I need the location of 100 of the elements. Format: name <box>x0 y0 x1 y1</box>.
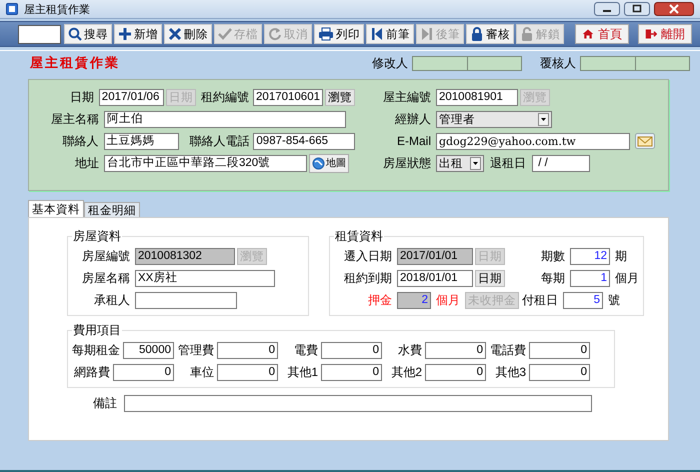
unit-label: 期 <box>615 248 627 264</box>
fee-field[interactable]: 0 <box>425 364 486 380</box>
date-button[interactable]: 日期 <box>475 270 505 286</box>
deposit-field[interactable]: 2 <box>397 292 431 308</box>
field-label: 管理費 <box>178 342 214 358</box>
undo-icon <box>268 27 282 41</box>
field-label: 房屋狀態 <box>382 154 431 172</box>
field-label: 日期 <box>68 88 94 106</box>
expiry-date-field[interactable]: 2018/01/01 <box>397 270 473 286</box>
contact-field[interactable]: 土豆媽媽 <box>104 132 180 150</box>
lease-number-field[interactable]: 2017010601 <box>253 88 323 106</box>
home-icon <box>582 27 594 41</box>
browse-button[interactable]: 瀏覽 <box>325 88 355 106</box>
field-label: 車位 <box>190 364 214 380</box>
house-number-field[interactable]: 2010081302 <box>135 248 235 264</box>
field-label: 經辦人 <box>394 110 431 128</box>
field-label: 期數 <box>540 248 565 264</box>
tab[interactable]: 租金明細 <box>84 202 140 217</box>
date-field[interactable]: 2017/01/06 <box>98 88 164 106</box>
period-length-field[interactable]: 1 <box>570 270 610 286</box>
fee-field[interactable]: 0 <box>529 364 590 380</box>
window-title: 屋主租賃作業 <box>24 2 90 16</box>
unit-label: 個月 <box>436 292 460 308</box>
owner-name-field[interactable]: 阿土伯 <box>104 110 346 128</box>
field-label: 電費 <box>294 342 318 358</box>
field-label: 屋主編號 <box>382 88 431 106</box>
group-title: 費用項目 <box>72 322 122 339</box>
field-label: 地址 <box>74 154 99 172</box>
plus-icon <box>118 27 132 41</box>
unit-label: 個月 <box>615 270 639 286</box>
app-icon <box>6 3 18 15</box>
fee-field[interactable]: 0 <box>113 364 174 380</box>
unit-label: 號 <box>608 292 620 308</box>
field-label: 其他1 <box>287 364 318 380</box>
tenant-field[interactable] <box>135 292 237 308</box>
printer-icon <box>318 27 334 41</box>
toolbar-button[interactable]: 列印 <box>314 24 364 44</box>
globe-icon <box>312 156 325 170</box>
move-in-date-field[interactable]: 2017/01/01 <box>397 248 473 264</box>
lock-icon <box>470 27 484 41</box>
note-field[interactable] <box>124 394 592 412</box>
owner-number-field[interactable]: 2010081901 <box>436 88 518 106</box>
close-button[interactable] <box>654 2 694 16</box>
field-label: 其他3 <box>495 364 526 380</box>
page-title: 屋主租賃作業 <box>30 54 120 72</box>
maximize-button[interactable] <box>624 2 650 16</box>
skip-forward-icon <box>420 27 434 41</box>
toolbar-button[interactable]: 審核 <box>466 24 514 44</box>
pay-day-field[interactable]: 5 <box>563 292 603 308</box>
search-field[interactable] <box>18 24 61 44</box>
address-field[interactable]: 台北市中正區中華路二段320號 <box>104 154 307 172</box>
nav-button[interactable]: 首頁 <box>575 24 629 44</box>
cross-icon <box>168 27 182 41</box>
field-label: 承租人 <box>93 292 130 308</box>
status-dropdown[interactable]: 出租 <box>436 154 484 172</box>
field-label: 電話費 <box>490 342 526 358</box>
nav-button[interactable]: 離開 <box>638 24 692 44</box>
group-title: 房屋資料 <box>72 228 122 245</box>
field-label: 聯絡人電話 <box>189 132 250 150</box>
unlock-icon <box>520 27 534 41</box>
field-label: 遷入日期 <box>343 248 392 264</box>
map-button[interactable]: 地圖 <box>309 154 349 172</box>
agent-dropdown[interactable]: 管理者 <box>436 110 552 128</box>
fee-field[interactable]: 0 <box>217 364 278 380</box>
modifier-field[interactable] <box>412 56 522 70</box>
field-label: 租約到期 <box>343 270 392 286</box>
field-label: 每期租金 <box>72 342 120 358</box>
field-label: 網路費 <box>74 364 110 380</box>
field-label: 押金 <box>367 292 392 308</box>
house-name-field[interactable]: XX房社 <box>135 270 275 286</box>
field-label: 付租日 <box>521 292 558 308</box>
fee-field[interactable]: 0 <box>321 342 382 358</box>
end-date-field[interactable]: / / <box>532 154 590 172</box>
field-label: 屋主名稱 <box>50 110 99 128</box>
skip-back-icon <box>370 27 384 41</box>
field-label: 房屋編號 <box>81 248 130 264</box>
minimize-button[interactable] <box>594 2 620 16</box>
fee-field[interactable]: 50000 <box>123 342 174 358</box>
toolbar-button[interactable]: 刪除 <box>164 24 212 44</box>
fee-field[interactable]: 0 <box>529 342 590 358</box>
field-label: 租約編號 <box>201 88 250 106</box>
field-label: 每期 <box>540 270 565 286</box>
periods-field[interactable]: 12 <box>570 248 610 264</box>
toolbar-button[interactable]: 新增 <box>114 24 162 44</box>
tab[interactable]: 基本資料 <box>28 200 84 217</box>
reviewer-field[interactable] <box>580 56 690 70</box>
field-label: E-Mail <box>396 134 431 148</box>
group-title: 租賃資料 <box>334 228 384 245</box>
field-label: 退租日 <box>490 154 526 172</box>
email-field[interactable]: gdog229@yahoo.com.tw <box>436 132 630 150</box>
fee-field[interactable]: 0 <box>321 364 382 380</box>
phone-field[interactable]: 0987-854-665 <box>253 132 355 150</box>
fee-field[interactable]: 0 <box>425 342 486 358</box>
fee-field[interactable]: 0 <box>217 342 278 358</box>
field-label: 修改人 <box>372 54 408 72</box>
field-label: 覆核人 <box>540 54 576 72</box>
exit-door-icon <box>645 27 657 41</box>
toolbar-button[interactable]: 搜尋 <box>64 24 112 44</box>
toolbar-button[interactable]: 前筆 <box>366 24 414 44</box>
envelope-icon[interactable] <box>635 133 655 149</box>
